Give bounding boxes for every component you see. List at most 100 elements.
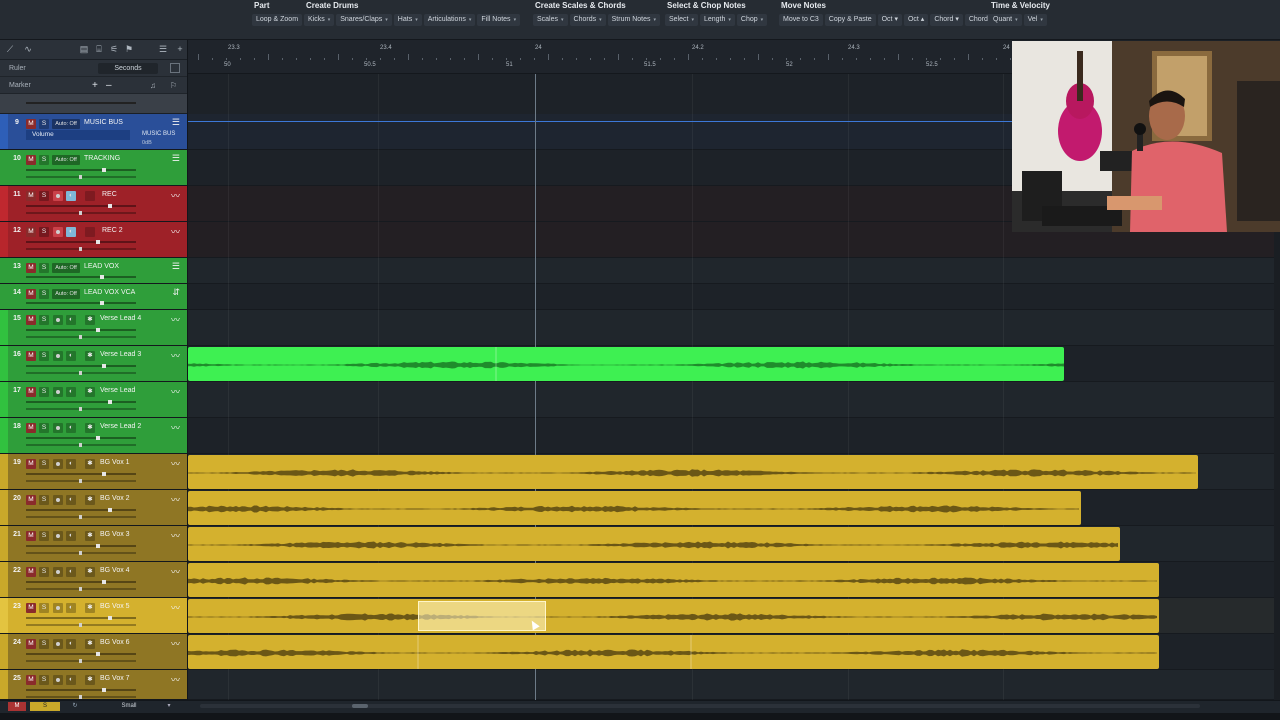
range-selection[interactable] xyxy=(418,601,546,631)
track-name[interactable]: Verse Lead 3 xyxy=(100,351,141,358)
fx-icon[interactable]: ✱ xyxy=(85,387,95,397)
pin-icon[interactable]: ⚑ xyxy=(123,43,135,55)
pan-knob[interactable] xyxy=(79,443,82,447)
track-header[interactable]: 17 M S ◐ ✱ Verse Lead 〰 xyxy=(0,382,187,418)
waveform-icon[interactable]: 〰 xyxy=(171,565,180,578)
pan-knob[interactable] xyxy=(79,551,82,555)
input-icon[interactable] xyxy=(85,191,95,201)
track-color-bar[interactable] xyxy=(0,310,8,345)
volume-fader[interactable] xyxy=(26,168,136,172)
mute-button[interactable]: M xyxy=(26,351,36,361)
folder-list-icon[interactable]: ☰ xyxy=(172,153,180,164)
fader-knob[interactable] xyxy=(96,544,100,548)
volume-fader[interactable] xyxy=(26,364,136,368)
volume-fader[interactable] xyxy=(26,508,136,512)
fader-knob[interactable] xyxy=(108,400,112,404)
add-marker-button[interactable]: + xyxy=(92,77,98,94)
macro-button[interactable]: Kicks ▾ xyxy=(304,14,335,26)
record-arm-button[interactable] xyxy=(53,495,63,505)
solo-button[interactable]: S xyxy=(39,227,49,237)
mute-button[interactable]: M xyxy=(26,459,36,469)
pan-slider[interactable] xyxy=(26,443,136,447)
track-header[interactable]: 18 M S ◐ ✱ Verse Lead 2 〰 xyxy=(0,418,187,454)
volume-fader[interactable] xyxy=(26,301,136,305)
track-header[interactable]: 21 M S ◐ ✱ BG Vox 3 〰 xyxy=(0,526,187,562)
record-arm-button[interactable] xyxy=(53,315,63,325)
pan-knob[interactable] xyxy=(79,247,82,251)
scrollbar-thumb[interactable] xyxy=(352,704,368,708)
record-arm-button[interactable] xyxy=(53,531,63,541)
track-header[interactable]: 19 M S ◐ ✱ BG Vox 1 〰 xyxy=(0,454,187,490)
pan-knob[interactable] xyxy=(79,407,82,411)
record-arm-button[interactable] xyxy=(53,387,63,397)
fx-icon[interactable]: ✱ xyxy=(85,495,95,505)
volume-fader[interactable] xyxy=(26,204,136,208)
monitor-icon[interactable]: ◐ xyxy=(66,639,76,649)
volume-fader[interactable] xyxy=(26,580,136,584)
mute-button[interactable]: M xyxy=(26,603,36,613)
tools-icon[interactable]: ⟋ xyxy=(4,43,16,55)
pan-knob[interactable] xyxy=(79,479,82,483)
monitor-icon[interactable]: ◐ xyxy=(66,423,76,433)
remove-marker-button[interactable]: – xyxy=(106,77,112,94)
pan-slider[interactable] xyxy=(26,659,136,663)
macro-button[interactable]: Articulations ▾ xyxy=(423,14,476,26)
solo-button[interactable]: S xyxy=(39,387,49,397)
solo-button[interactable]: S xyxy=(39,423,49,433)
volume-fader[interactable] xyxy=(26,688,136,692)
track-color-bar[interactable] xyxy=(0,670,8,699)
track-header[interactable]: 23 M S ◐ ✱ BG Vox 5 〰 xyxy=(0,598,187,634)
monitor-icon[interactable]: ◐ xyxy=(66,459,76,469)
waveform-icon[interactable]: 〰 xyxy=(171,349,180,362)
audio-event[interactable] xyxy=(188,455,1198,489)
track-header[interactable]: 22 M S ◐ ✱ BG Vox 4 〰 xyxy=(0,562,187,598)
track-lane[interactable] xyxy=(188,670,1280,700)
output-bus-label[interactable]: MUSIC BUS xyxy=(142,131,175,137)
automation-mode-button[interactable]: Auto: Off xyxy=(52,119,80,129)
pan-knob[interactable] xyxy=(79,695,82,699)
pan-slider[interactable] xyxy=(26,407,136,411)
fader-knob[interactable] xyxy=(96,328,100,332)
track-color-bar[interactable] xyxy=(0,382,8,417)
pan-knob[interactable] xyxy=(79,587,82,591)
track-header[interactable]: 24 M S ◐ ✱ BG Vox 6 〰 xyxy=(0,634,187,670)
macro-button[interactable]: Move to C3 xyxy=(779,14,823,26)
mute-button[interactable]: M xyxy=(26,639,36,649)
fx-icon[interactable]: ✱ xyxy=(85,675,95,685)
track-header[interactable]: 13 M S Auto: Off LEAD VOX ☰ xyxy=(0,258,187,284)
timeline-ruler[interactable]: 23.3 23.4 24 24.2 24.3 24 50 50.5 51 51.5 52 52.5 xyxy=(188,40,1012,74)
marker-flag-icon[interactable]: ⚐ xyxy=(170,77,177,94)
mute-button[interactable]: M xyxy=(26,263,36,273)
track-color-bar[interactable] xyxy=(0,222,8,257)
input-icon[interactable] xyxy=(85,227,95,237)
waveform-icon[interactable]: 〰 xyxy=(171,457,180,470)
mute-button[interactable]: M xyxy=(26,675,36,685)
pan-knob[interactable] xyxy=(79,211,82,215)
automation-mode-button[interactable]: Auto: Off xyxy=(52,263,80,273)
macro-button[interactable]: Snares/Claps ▾ xyxy=(336,14,392,26)
fader-knob[interactable] xyxy=(102,364,106,368)
track-header[interactable]: 25 M S ◐ ✱ BG Vox 7 〰 xyxy=(0,670,187,700)
fader-knob[interactable] xyxy=(100,275,104,279)
vca-icon[interactable]: ⇵ xyxy=(172,287,180,298)
ruler-format-select[interactable]: Seconds xyxy=(98,63,158,74)
macro-button[interactable]: Strum Notes ▾ xyxy=(607,14,661,26)
global-mute-button[interactable]: M xyxy=(8,702,26,711)
mute-button[interactable]: M xyxy=(26,155,36,165)
track-color-bar[interactable] xyxy=(0,186,8,221)
track-name[interactable]: BG Vox 6 xyxy=(100,639,130,646)
fader-knob[interactable] xyxy=(108,204,112,208)
macro-button[interactable]: Vel ▾ xyxy=(1023,14,1047,26)
monitor-icon[interactable]: ◐ xyxy=(66,567,76,577)
macro-button[interactable]: Oct ▴ xyxy=(903,14,929,26)
audio-event[interactable] xyxy=(188,599,1159,633)
track-header[interactable]: 9 M S Auto: Off MUSIC BUS ☰ Volume MUSIC BUS 0dB xyxy=(0,114,187,150)
audio-event[interactable] xyxy=(188,491,1081,525)
marker-note-icon[interactable]: ♫ xyxy=(150,77,156,94)
fader-knob[interactable] xyxy=(108,508,112,512)
track-color-bar[interactable] xyxy=(0,454,8,489)
track-name[interactable]: Verse Lead xyxy=(100,387,135,394)
list-view-icon[interactable]: ▤ xyxy=(78,43,90,55)
monitor-icon[interactable]: ◐ xyxy=(66,351,76,361)
global-solo-button[interactable]: S xyxy=(30,702,60,711)
